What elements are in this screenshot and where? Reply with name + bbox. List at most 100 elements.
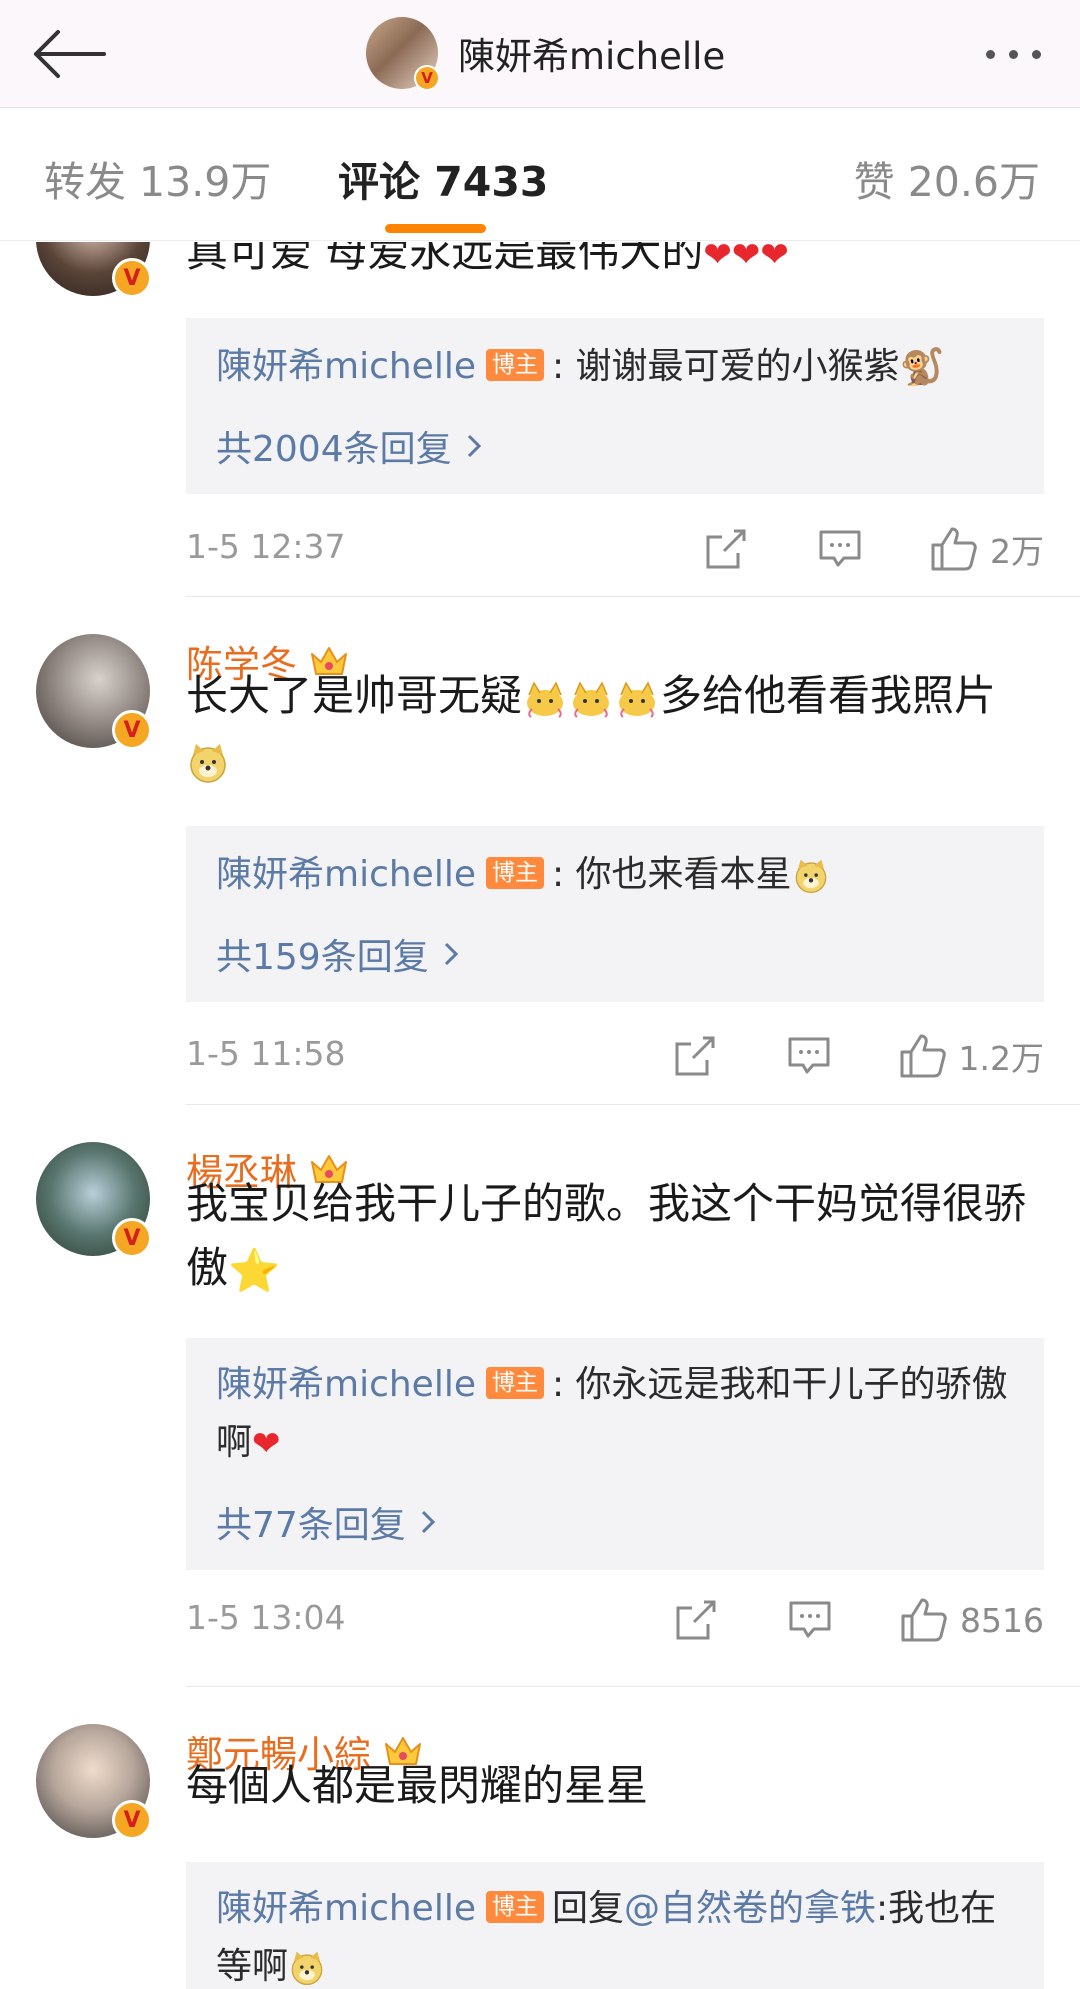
avatar[interactable]: V	[36, 1724, 152, 1840]
reply-line: 陳妍希michelle 博主: 你永远是我和干儿子的骄傲啊❤	[216, 1356, 1014, 1473]
share-icon	[676, 1600, 716, 1640]
divider	[186, 596, 1080, 597]
comment-button[interactable]	[816, 525, 864, 573]
comment-icon	[788, 1037, 830, 1074]
reply-box[interactable]: 陳妍希michelle 博主: 你永远是我和干儿子的骄傲啊❤ 共77条回复	[186, 1338, 1044, 1570]
heart-emoji-icon: ❤	[760, 242, 789, 275]
like-button[interactable]	[930, 525, 978, 573]
page-title: 陳妍希michelle	[458, 35, 726, 78]
more-dots-icon	[985, 49, 995, 59]
reply-box[interactable]: 陳妍希michelle 博主: 谢谢最可爱的小猴紫🐒 共2004条回复	[186, 318, 1044, 494]
back-button[interactable]	[24, 14, 114, 94]
reply-box[interactable]: 陳妍希michelle 博主: 你也来看本星 共159条回复	[186, 826, 1044, 1002]
heart-emoji-icon: ❤	[252, 1424, 281, 1464]
verified-badge-icon: V	[112, 1800, 152, 1840]
reply-text: : 你也来看本星	[551, 854, 792, 895]
reply-count-text: 共159条回复	[216, 937, 429, 978]
avatar[interactable]: V	[36, 242, 152, 298]
tab-comment[interactable]: 评论 7433	[338, 148, 548, 208]
reply-line: 陳妍希michelle 博主: 你也来看本星	[216, 846, 1014, 904]
reply-count-text: 共77条回复	[216, 1505, 406, 1546]
like-button[interactable]	[900, 1596, 948, 1644]
divider	[186, 1686, 1080, 1687]
doge-emoji-icon	[291, 1951, 323, 1986]
owner-badge: 博主	[485, 349, 544, 381]
reply-line: 陳妍希michelle 博主 回复@自然卷的拿铁:我也在等啊	[216, 1880, 1014, 1989]
avatar[interactable]: V	[36, 634, 152, 750]
comment-meta: 1-5 11:58 1.2万	[186, 1026, 1044, 1086]
verified-badge-icon: V	[112, 1218, 152, 1258]
comment-icon	[819, 530, 861, 567]
share-button[interactable]	[672, 1596, 720, 1644]
owner-badge: 博主	[485, 1367, 544, 1399]
reply-text: : 谢谢最可爱的小猴紫	[551, 346, 900, 387]
share-icon	[675, 1036, 715, 1076]
comment-actions: 8516	[672, 1590, 1044, 1650]
comment-button[interactable]	[785, 1032, 833, 1080]
thumbs-up-icon	[901, 1598, 947, 1642]
chevron-right-icon	[467, 434, 481, 458]
comment-icon	[789, 1601, 831, 1638]
mention-link[interactable]: @自然卷的拿铁	[624, 1888, 876, 1929]
like-button[interactable]	[899, 1032, 947, 1080]
reply-count-link[interactable]: 共2004条回复	[216, 420, 482, 472]
comment-meta: 1-5 13:04 8516	[186, 1590, 1044, 1650]
author-avatar[interactable]: V	[366, 17, 440, 91]
comment-actions: 2万	[702, 519, 1044, 579]
owner-badge: 博主	[485, 857, 544, 889]
comment-text: 长大了是帅哥无疑 多给他看看我照片	[186, 664, 1046, 792]
heart-emoji-icon: ❤	[703, 242, 732, 275]
chevron-right-icon	[421, 1510, 435, 1534]
tab-bar: 转发 13.9万 评论 7433 赞 20.6万	[0, 108, 1080, 241]
more-button[interactable]	[968, 24, 1058, 84]
owner-badge: 博主	[485, 1891, 544, 1923]
thumbs-up-icon	[900, 1034, 946, 1078]
verified-badge-icon: V	[112, 258, 152, 298]
reply-prefix: 回复	[551, 1888, 624, 1929]
reply-author[interactable]: 陳妍希michelle	[216, 854, 476, 895]
share-button[interactable]	[671, 1032, 719, 1080]
tab-forward[interactable]: 转发 13.9万	[44, 148, 271, 208]
avatar[interactable]: V	[36, 1142, 152, 1258]
post-author[interactable]: V 陳妍希michelle	[366, 8, 725, 98]
comment-button[interactable]	[786, 1596, 834, 1644]
more-dots-icon	[1031, 49, 1041, 59]
like-count: 1.2万	[958, 1039, 1044, 1078]
reply-author[interactable]: 陳妍希michelle	[216, 346, 476, 387]
comment-feed[interactable]: V 真可爱 母爱永远是最伟大的❤❤❤ 陳妍希michelle 博主: 谢谢最可爱的…	[0, 242, 1080, 1989]
tab-like[interactable]: 赞 20.6万	[854, 148, 1040, 208]
comment-text: 真可爱 母爱永远是最伟大的❤❤❤	[186, 242, 1046, 287]
reply-box[interactable]: 陳妍希michelle 博主 回复@自然卷的拿铁:我也在等啊	[186, 1862, 1044, 1989]
star-emoji-icon: ⭐	[228, 1245, 281, 1295]
chevron-right-icon	[444, 942, 458, 966]
comment-time: 1-5 13:04	[186, 1598, 346, 1637]
cat-emoji-icon	[573, 680, 610, 718]
share-icon	[706, 529, 746, 569]
top-bar: V 陳妍希michelle	[0, 0, 1080, 108]
doge-emoji-icon	[190, 743, 226, 783]
share-button[interactable]	[702, 525, 750, 573]
verified-badge-icon: V	[112, 710, 152, 750]
reply-author[interactable]: 陳妍希michelle	[216, 1364, 476, 1405]
comment-text: 每個人都是最閃耀的星星	[186, 1761, 649, 1810]
comment-time: 1-5 11:58	[186, 1034, 346, 1073]
reply-line: 陳妍希michelle 博主: 谢谢最可爱的小猴紫🐒	[216, 338, 1014, 397]
reply-author[interactable]: 陳妍希michelle	[216, 1888, 476, 1929]
like-count: 8516	[960, 1600, 1044, 1640]
monkey-emoji-icon: 🐒	[899, 347, 945, 388]
active-tab-indicator	[385, 224, 486, 233]
comment-time: 1-5 12:37	[186, 527, 346, 566]
thumbs-up-icon	[931, 527, 977, 571]
reply-count-link[interactable]: 共159条回复	[216, 928, 459, 980]
reply-count-text: 共2004条回复	[216, 429, 452, 470]
cat-emoji-icon	[527, 680, 564, 718]
more-dots-icon	[1008, 49, 1018, 59]
reply-count-link[interactable]: 共77条回复	[216, 1496, 436, 1548]
heart-emoji-icon: ❤	[731, 242, 761, 275]
arrow-left-icon	[34, 30, 106, 78]
comment-actions: 1.2万	[671, 1026, 1044, 1086]
comment-meta: 1-5 12:37 2万	[186, 519, 1044, 579]
divider	[186, 1104, 1080, 1105]
like-count: 2万	[990, 532, 1044, 571]
cat-emoji-icon	[619, 680, 656, 718]
